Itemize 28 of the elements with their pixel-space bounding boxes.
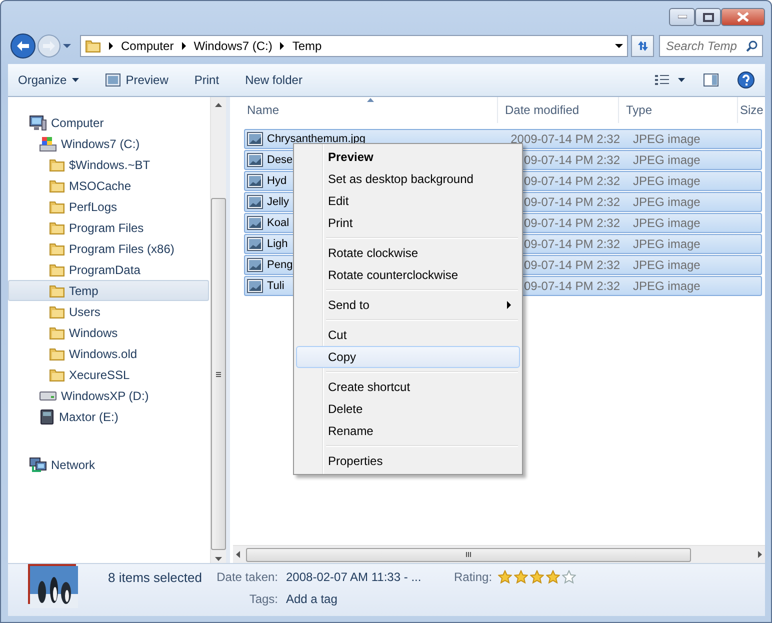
type-cell-text: JPEG image xyxy=(633,216,702,230)
file-name: Ligh xyxy=(267,238,288,250)
date-cell-text: 09-07-14 PM 2:32 xyxy=(522,237,620,251)
type-cell-text: JPEG image xyxy=(633,195,702,209)
file-name: Koal xyxy=(267,217,290,229)
type-cell-text: JPEG image xyxy=(633,258,702,272)
field-label: Tags: xyxy=(248,592,278,606)
file-name: Jelly xyxy=(267,196,290,208)
date-cell-text: 09-07-14 PM 2:32 xyxy=(522,174,620,188)
file-name: Hyd xyxy=(267,175,287,187)
field-value: 2008-02-07 AM 11:33 - ... xyxy=(286,570,422,584)
file-name: Tuli xyxy=(267,280,284,292)
type-cell-text: JPEG image xyxy=(633,153,702,167)
field-label: Rating: xyxy=(454,570,492,584)
type-cell-text: JPEG image xyxy=(633,174,702,188)
file-name: Dese xyxy=(267,154,293,166)
date-cell-text: 2009-07-14 PM 2:32 xyxy=(510,132,620,146)
date-cell-text: 09-07-14 PM 2:32 xyxy=(522,216,620,230)
type-cell-text: JPEG image xyxy=(633,132,702,146)
type-cell-text: JPEG image xyxy=(633,279,702,293)
field-label: Date taken: xyxy=(216,570,278,584)
date-cell-text: 09-07-14 PM 2:32 xyxy=(522,279,620,293)
type-cell-text: JPEG image xyxy=(633,237,702,251)
file-name: Chrysanthemum.jpg xyxy=(267,133,366,145)
date-cell-text: 09-07-14 PM 2:32 xyxy=(522,195,620,209)
date-cell-text: 09-07-14 PM 2:32 xyxy=(522,153,620,167)
file-name: Peng xyxy=(267,259,293,271)
date-cell-text: 09-07-14 PM 2:32 xyxy=(522,258,620,272)
